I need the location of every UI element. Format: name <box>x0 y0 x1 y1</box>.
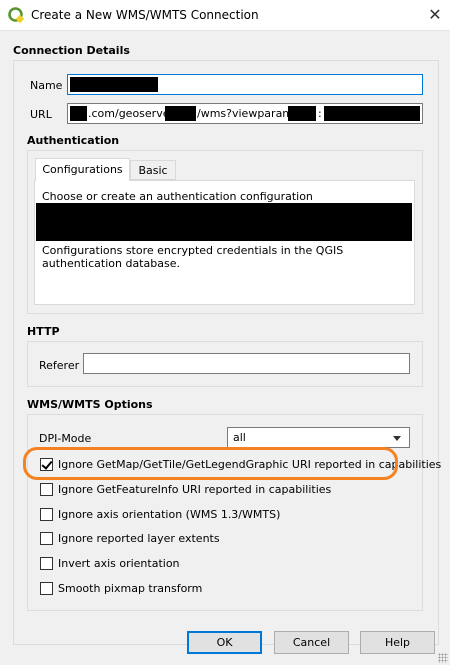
close-icon[interactable]: ✕ <box>420 0 450 31</box>
option-ignore-axis-checkbox[interactable] <box>40 508 53 521</box>
option-ignore-extents-checkbox[interactable] <box>40 532 53 545</box>
http-title: HTTP <box>27 325 60 338</box>
dpi-mode-value: all <box>233 431 246 444</box>
option-invert-axis-checkbox[interactable] <box>40 557 53 570</box>
redacted-auth-config[interactable] <box>36 203 412 241</box>
tab-configurations[interactable]: Configurations <box>35 158 130 181</box>
dpi-mode-select[interactable]: all <box>227 427 410 448</box>
redacted-name <box>70 77 158 92</box>
option-invert-axis-label[interactable]: Invert axis orientation <box>58 557 180 570</box>
name-label: Name <box>30 79 63 92</box>
redacted-url-host <box>70 106 87 121</box>
redacted-url-workspace <box>165 106 196 121</box>
window-title: Create a New WMS/WMTS Connection <box>31 8 259 22</box>
url-label: URL <box>30 108 52 121</box>
resize-grip-icon[interactable] <box>438 653 448 663</box>
option-ignore-extents-label[interactable]: Ignore reported layer extents <box>58 532 220 545</box>
title-bar: Create a New WMS/WMTS Connection ✕ <box>0 0 450 31</box>
help-button[interactable]: Help <box>360 631 435 654</box>
qgis-logo-icon <box>8 7 24 23</box>
wms-options-title: WMS/WMTS Options <box>27 398 153 411</box>
option-ignore-getfeatureinfo-checkbox[interactable] <box>40 483 53 496</box>
dpi-mode-label: DPI-Mode <box>39 432 92 445</box>
referer-label: Referer <box>39 359 80 372</box>
auth-tab-pane: Choose or create an authentication confi… <box>34 180 415 305</box>
redacted-url-param <box>288 106 316 121</box>
option-ignore-axis-label[interactable]: Ignore axis orientation (WMS 1.3/WMTS) <box>58 508 280 521</box>
auth-choose-text: Choose or create an authentication confi… <box>42 190 313 203</box>
redacted-url-value <box>324 106 420 121</box>
option-smooth-pixmap-label[interactable]: Smooth pixmap transform <box>58 582 202 595</box>
option-smooth-pixmap-checkbox[interactable] <box>40 582 53 595</box>
referer-input[interactable] <box>83 353 410 374</box>
highlight-annotation <box>23 447 398 480</box>
chevron-down-icon <box>393 436 401 441</box>
ok-button[interactable]: OK <box>187 631 262 654</box>
cancel-button[interactable]: Cancel <box>274 631 349 654</box>
option-ignore-getfeatureinfo-label[interactable]: Ignore GetFeatureInfo URI reported in ca… <box>58 483 331 496</box>
connection-details-title: Connection Details <box>13 44 130 57</box>
auth-info-text: Configurations store encrypted credentia… <box>42 244 344 270</box>
authentication-title: Authentication <box>27 134 120 147</box>
url-input[interactable]: .com/geoserver/ /wms?viewparams= : <box>67 103 423 124</box>
tab-basic[interactable]: Basic <box>130 160 176 180</box>
url-sep-text: : <box>318 107 322 120</box>
name-input[interactable] <box>67 74 423 95</box>
